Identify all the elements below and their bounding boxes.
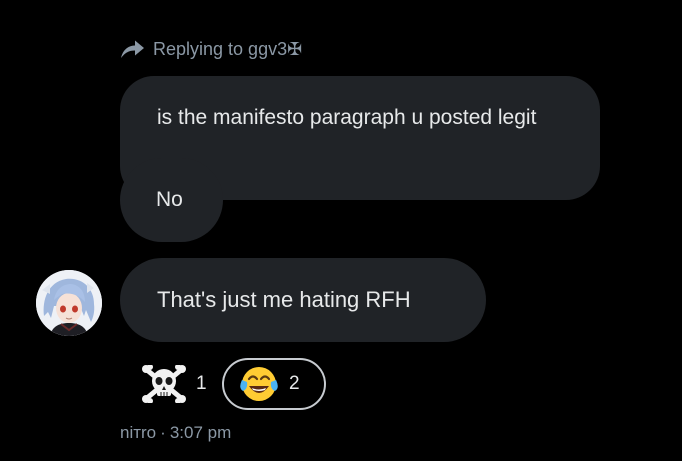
anime-character-avatar-icon: [36, 270, 102, 336]
avatar[interactable]: [36, 270, 102, 336]
message-bubble[interactable]: That's just me hating RFH: [120, 258, 486, 342]
reply-context-label: Replying to ggv3✠: [153, 38, 303, 59]
timestamp: 3:07 pm: [169, 423, 232, 442]
reaction-count: 1: [196, 373, 207, 394]
reply-arrow-icon: [121, 40, 144, 58]
message-text: is the manifesto paragraph u posted legi…: [157, 106, 537, 129]
reaction-skull[interactable]: 1: [138, 358, 222, 410]
reply-context: Replying to ggv3✠: [119, 38, 302, 60]
meta-separator: ·: [160, 423, 166, 442]
skull-and-crossbones-icon: [142, 365, 186, 403]
message-text: No: [156, 188, 183, 211]
reaction-laugh[interactable]: 2: [222, 358, 326, 410]
reactions-row: 1 2: [138, 358, 326, 410]
message-bubble[interactable]: No: [120, 158, 223, 242]
sender-name[interactable]: nітro: [120, 423, 156, 443]
message-text: That's just me hating RFH: [157, 287, 411, 312]
message-meta: nітro · 3:07 pm: [120, 423, 231, 443]
face-with-tears-of-joy-icon: [240, 367, 278, 401]
reaction-count: 2: [289, 373, 300, 394]
